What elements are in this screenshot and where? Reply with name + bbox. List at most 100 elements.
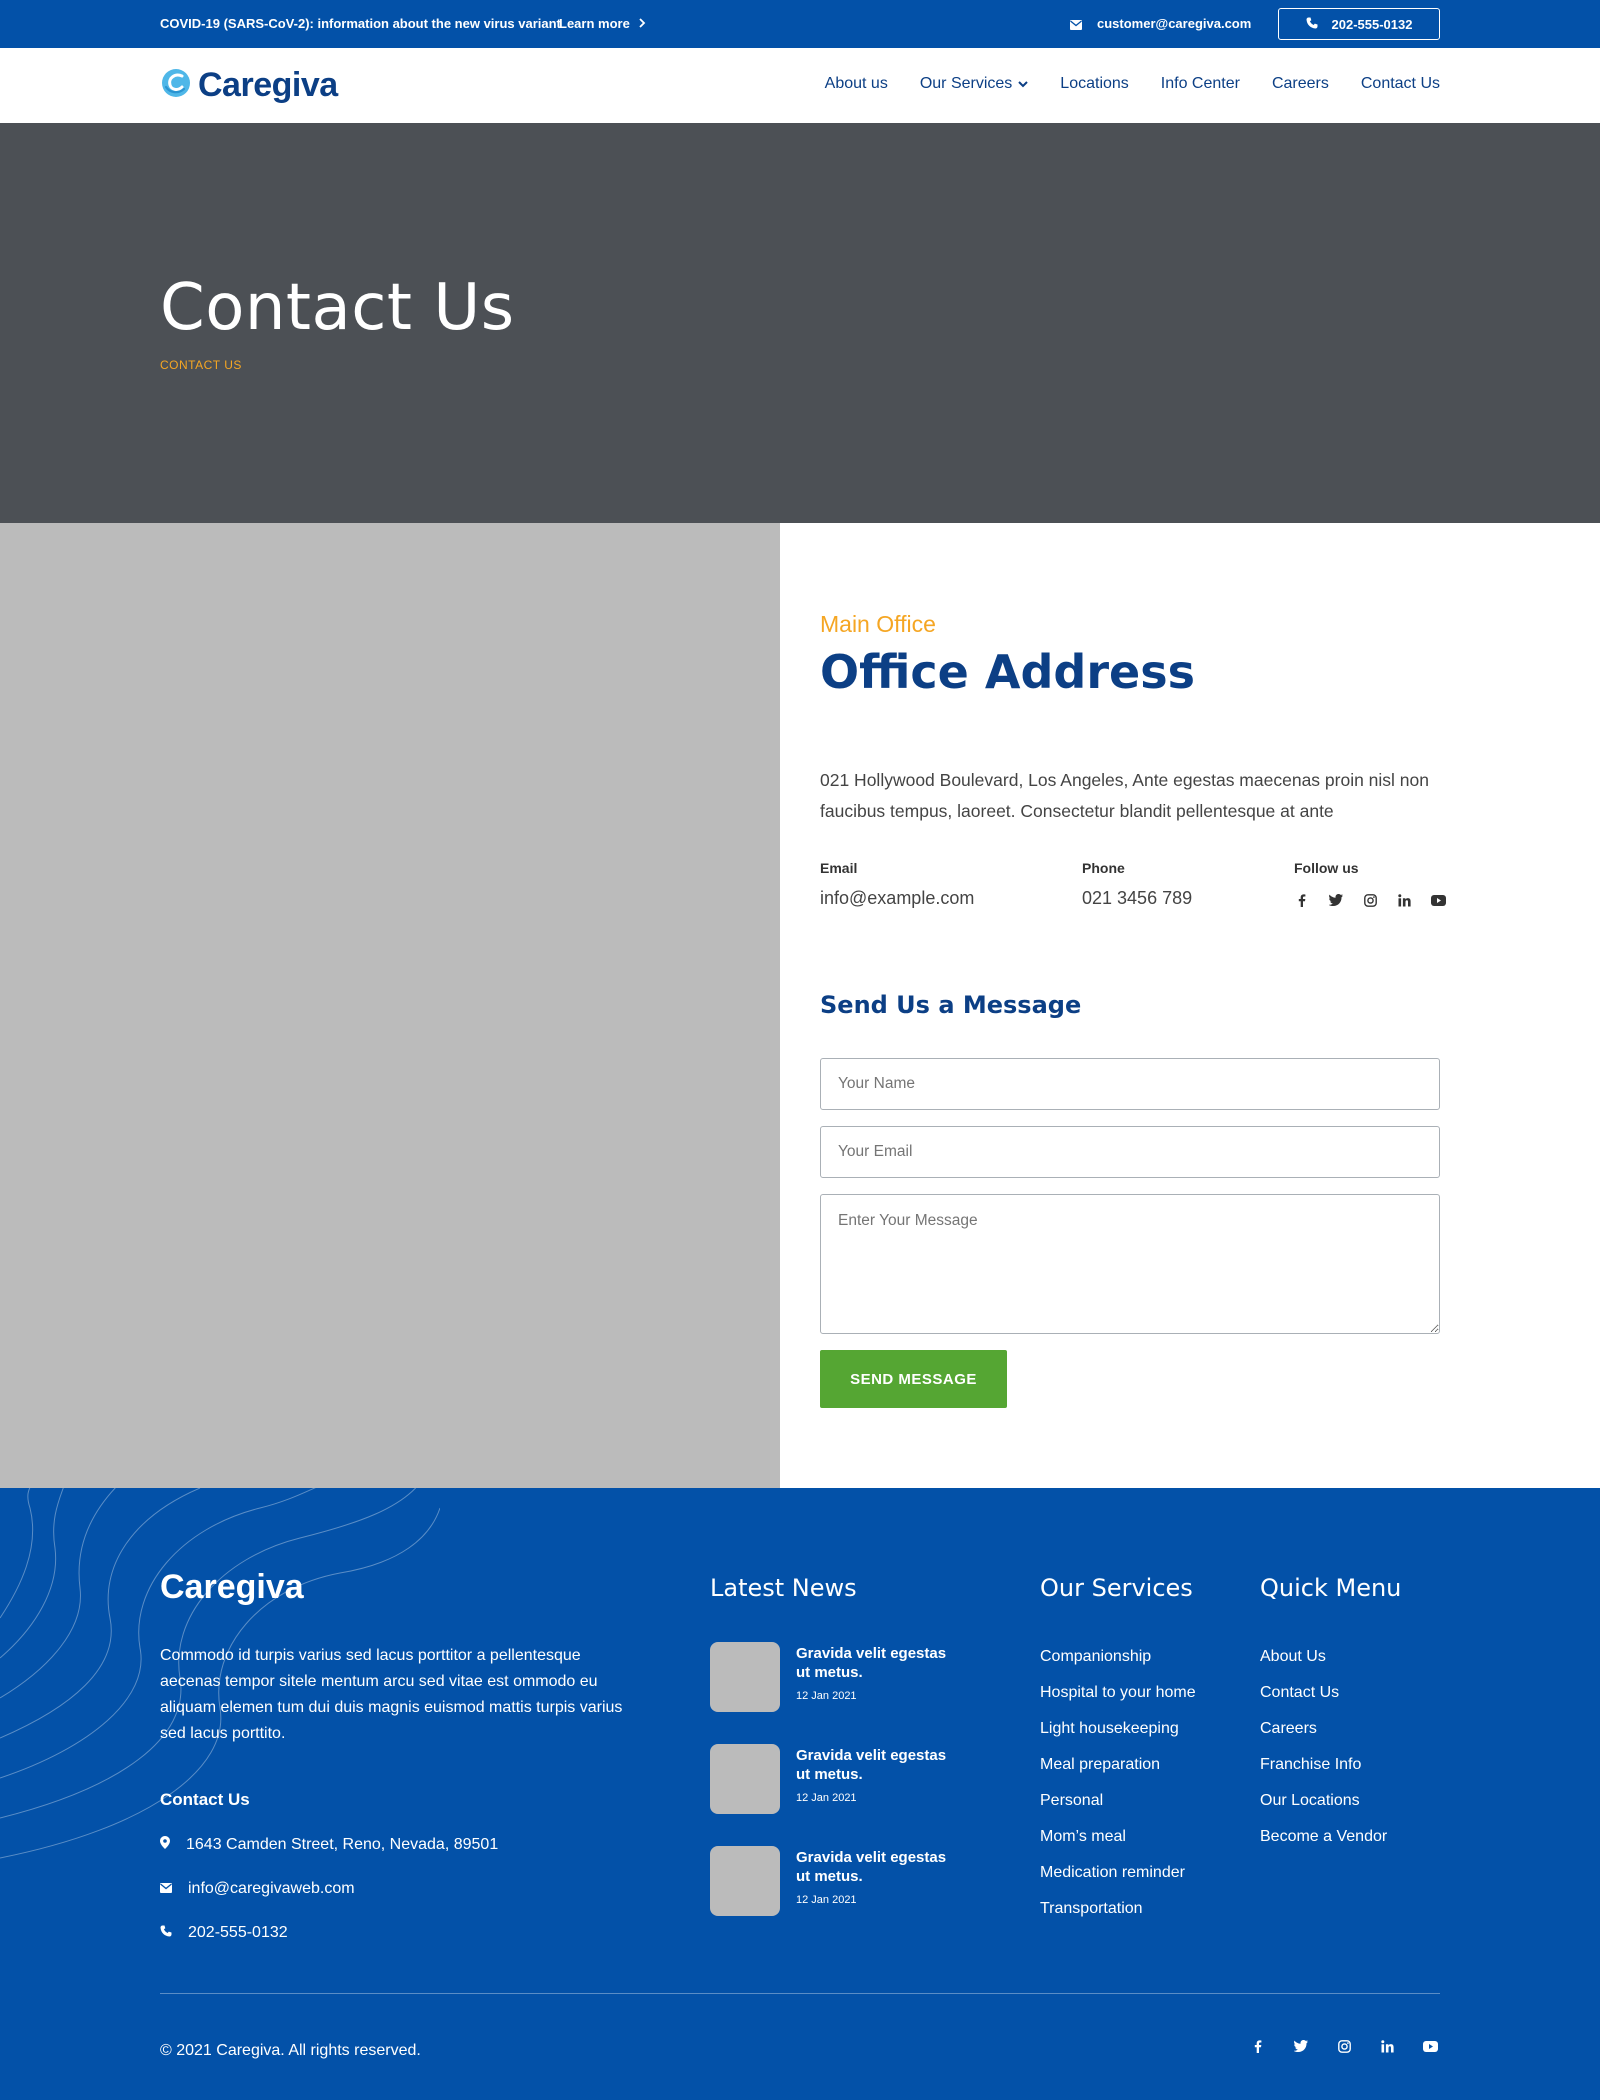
topbar-email[interactable]: customer@caregiva.com xyxy=(1097,16,1251,31)
nav-label: Contact Us xyxy=(1360,75,1440,92)
follow-block: Follow us xyxy=(1294,860,1446,908)
twitter-icon[interactable] xyxy=(1328,892,1344,908)
envelope-icon xyxy=(1070,17,1082,30)
phone-block: Phone 021 3456 789 xyxy=(1082,860,1192,909)
main-nav: About us Our Services Locations Info Cen… xyxy=(825,75,1440,93)
quick-menu-link[interactable]: Franchise Info xyxy=(1260,1756,1387,1792)
nav-label: Info Center xyxy=(1160,75,1240,92)
breadcrumb: CONTACT US xyxy=(160,358,242,372)
nav-label: Locations xyxy=(1060,75,1129,92)
nav-info-center[interactable]: Info Center xyxy=(1161,75,1240,93)
phone-icon xyxy=(160,1924,172,1942)
logo-text: Caregiva xyxy=(198,66,338,104)
email-value[interactable]: info@example.com xyxy=(820,888,974,909)
top-bar: COVID-19 (SARS-CoV-2): information about… xyxy=(0,0,1600,48)
email-label: Email xyxy=(820,860,858,876)
quick-menu-link[interactable]: Become a Vendor xyxy=(1260,1828,1387,1864)
nav-label: About us xyxy=(824,75,888,92)
instagram-icon[interactable] xyxy=(1362,892,1378,908)
services-link[interactable]: Medication reminder xyxy=(1040,1864,1196,1900)
chevron-right-icon xyxy=(639,16,646,31)
email-input[interactable] xyxy=(820,1126,1440,1178)
services-link[interactable]: Hospital to your home xyxy=(1040,1684,1196,1720)
send-message-button[interactable]: SEND MESSAGE xyxy=(820,1350,1007,1408)
news-thumbnail xyxy=(710,1642,780,1712)
news-date: 12 Jan 2021 xyxy=(796,1690,857,1702)
covid-notice: COVID-19 (SARS-CoV-2): information about… xyxy=(160,16,561,31)
services-link[interactable]: Mom’s meal xyxy=(1040,1828,1196,1864)
site-header: Caregiva About us Our Services Locations… xyxy=(0,48,1600,123)
office-eyebrow: Main Office xyxy=(820,611,936,637)
logo[interactable]: Caregiva xyxy=(160,66,338,105)
youtube-icon[interactable] xyxy=(1422,2038,1438,2054)
news-item[interactable]: Gravida velit egestas ut metus. 12 Jan 2… xyxy=(710,1744,956,1814)
nav-our-services[interactable]: Our Services xyxy=(919,75,1029,93)
footer-description: Commodo id turpis varius sed lacus portt… xyxy=(160,1647,623,1742)
topbar-phone-button[interactable]: 202-555-0132 xyxy=(1278,8,1440,40)
news-title: Gravida velit egestas ut metus. xyxy=(796,1849,947,1885)
learn-more-link[interactable]: Learn more xyxy=(559,16,646,31)
news-thumbnail xyxy=(710,1846,780,1916)
news-thumbnail xyxy=(710,1744,780,1814)
footer-address: 1643 Camden Street, Reno, Nevada, 89501 xyxy=(186,1836,499,1853)
hero-banner: Contact Us CONTACT US xyxy=(0,123,1600,523)
news-item[interactable]: Gravida velit egestas ut metus. 12 Jan 2… xyxy=(710,1846,956,1916)
quick-menu-link[interactable]: About Us xyxy=(1260,1648,1387,1684)
message-textarea[interactable] xyxy=(820,1194,1440,1334)
services-link[interactable]: Meal preparation xyxy=(1040,1756,1196,1792)
news-item[interactable]: Gravida velit egestas ut metus. 12 Jan 2… xyxy=(710,1642,956,1712)
office-title: Office Address xyxy=(820,645,1195,699)
nav-contact-us[interactable]: Contact Us xyxy=(1361,75,1440,93)
map-placeholder xyxy=(0,523,780,1488)
phone-label: Phone xyxy=(1082,860,1125,876)
phone-value[interactable]: 021 3456 789 xyxy=(1082,888,1192,909)
twitter-icon[interactable] xyxy=(1293,2038,1309,2054)
footer-address-line: 1643 Camden Street, Reno, Nevada, 89501 xyxy=(160,1836,498,1854)
quick-menu-heading: Quick Menu xyxy=(1260,1574,1402,1602)
footer-phone[interactable]: 202-555-0132 xyxy=(188,1924,288,1942)
news-title: Gravida velit egestas ut metus. xyxy=(796,1645,947,1681)
footer-brand: Caregiva xyxy=(160,1568,304,1606)
linkedin-icon[interactable] xyxy=(1379,2038,1395,2054)
youtube-icon[interactable] xyxy=(1430,892,1446,908)
instagram-icon[interactable] xyxy=(1336,2038,1352,2054)
footer-social-links xyxy=(1250,2038,1438,2054)
logo-mark-icon xyxy=(160,67,192,104)
services-link[interactable]: Transportation xyxy=(1040,1900,1196,1936)
footer-email[interactable]: info@caregivaweb.com xyxy=(188,1880,355,1898)
news-date: 12 Jan 2021 xyxy=(796,1792,857,1804)
facebook-icon[interactable] xyxy=(1250,2038,1266,2054)
quick-menu-list: About Us Contact Us Careers Franchise In… xyxy=(1260,1648,1387,1864)
nav-about-us[interactable]: About us xyxy=(825,75,888,93)
name-input[interactable] xyxy=(820,1058,1440,1110)
footer-email-line: info@caregivaweb.com xyxy=(160,1880,355,1898)
nav-careers[interactable]: Careers xyxy=(1272,75,1329,93)
quick-menu-link[interactable]: Contact Us xyxy=(1260,1684,1387,1720)
linkedin-icon[interactable] xyxy=(1396,892,1412,908)
facebook-icon[interactable] xyxy=(1294,892,1310,908)
footer-contact-heading: Contact Us xyxy=(160,1790,250,1809)
services-link[interactable]: Light housekeeping xyxy=(1040,1720,1196,1756)
chevron-down-icon xyxy=(1018,75,1029,93)
news-date: 12 Jan 2021 xyxy=(796,1894,857,1906)
services-link[interactable]: Companionship xyxy=(1040,1648,1196,1684)
learn-more-label: Learn more xyxy=(559,16,630,31)
nav-label: Careers xyxy=(1271,75,1329,92)
news-heading: Latest News xyxy=(710,1574,857,1602)
copyright: © 2021 Caregiva. All rights reserved. xyxy=(160,2042,421,2059)
footer-phone-line: 202-555-0132 xyxy=(160,1924,288,1942)
office-address: 021 Hollywood Boulevard, Los Angeles, An… xyxy=(820,770,1430,821)
quick-menu-link[interactable]: Careers xyxy=(1260,1720,1387,1756)
form-title: Send Us a Message xyxy=(820,991,1082,1019)
map-pin-icon xyxy=(160,1836,170,1854)
email-block: Email info@example.com xyxy=(820,860,974,909)
envelope-icon xyxy=(160,1880,172,1898)
nav-label: Our Services xyxy=(919,75,1013,92)
quick-menu-link[interactable]: Our Locations xyxy=(1260,1792,1387,1828)
services-link[interactable]: Personal xyxy=(1040,1792,1196,1828)
services-list: Companionship Hospital to your home Ligh… xyxy=(1040,1648,1196,1936)
page-title: Contact Us xyxy=(160,271,515,345)
nav-locations[interactable]: Locations xyxy=(1060,75,1129,93)
site-footer: Caregiva Commodo id turpis varius sed la… xyxy=(0,1488,1600,2100)
footer-divider xyxy=(160,1993,1440,1994)
